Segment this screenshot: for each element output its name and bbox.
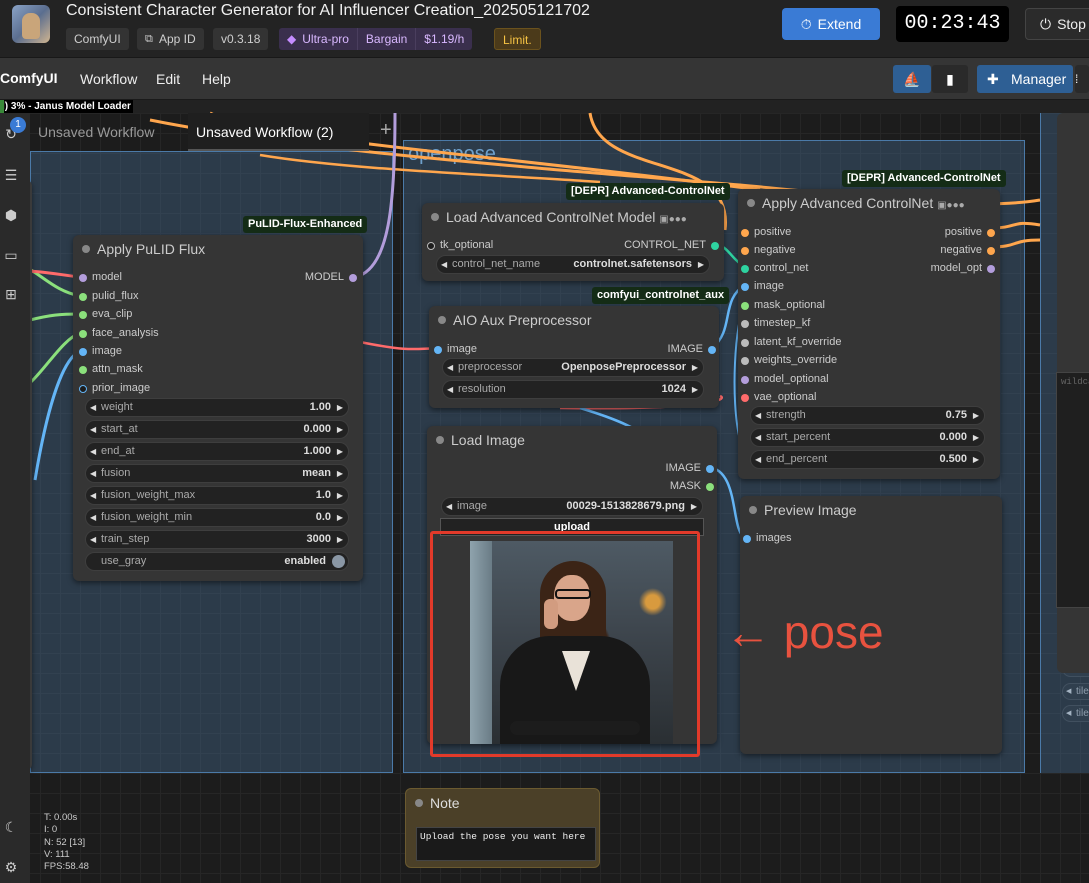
stat-i: I: 0 [44, 824, 58, 836]
wire [359, 340, 439, 351]
node-title: Preview Image [740, 496, 1002, 524]
input-image[interactable]: image [434, 343, 477, 355]
fusion-weight-max-widget[interactable]: fusion_weight_max1.0 [85, 486, 349, 505]
stat-fps: FPS:58.48 [44, 861, 89, 873]
node-title: Note [406, 789, 599, 817]
moon-icon[interactable]: ☾ [2, 818, 20, 836]
progress-bar [0, 100, 4, 113]
use-gray-toggle[interactable]: use_gray enabled [85, 552, 349, 571]
node-badge: [DEPR] Advanced-ControlNet [566, 183, 730, 200]
output-negative[interactable]: negative [940, 244, 995, 256]
input-control-net[interactable]: control_net [741, 262, 808, 274]
node-icons: ▣●●● [937, 200, 965, 211]
apply-pulid-flux-node[interactable]: Apply PuLID Flux model pulid_flux eva_cl… [73, 235, 363, 581]
output-image[interactable]: IMAGE [668, 343, 716, 355]
input-face-analysis[interactable]: face_analysis [79, 327, 159, 339]
node-title: Apply Advanced ControlNet ▣●●● [738, 189, 1000, 217]
input-timestep-kf[interactable]: timestep_kf [741, 317, 810, 329]
note-node[interactable]: Note Upload the pose you want here [405, 788, 600, 868]
pose-annotation: ← pose [725, 606, 884, 658]
pose-highlight-box [430, 531, 700, 757]
node-icons: ▣●●● [659, 214, 687, 225]
input-positive[interactable]: positive [741, 226, 791, 238]
wildcard-textarea[interactable]: wildca [1056, 372, 1089, 608]
input-pulid-flux[interactable]: pulid_flux [79, 290, 138, 302]
input-image[interactable]: image [741, 280, 784, 292]
workflow-tabs: Unsaved Workflow Unsaved Workflow (2) + [30, 113, 410, 151]
stat-time: T: 0.00s [44, 812, 78, 823]
gear-icon[interactable]: ⚙ [2, 858, 20, 876]
output-mask[interactable]: MASK [670, 480, 714, 492]
node-title: Load Image [427, 426, 717, 454]
input-model[interactable]: model [79, 271, 122, 283]
end-percent-widget[interactable]: end_percent0.500 [750, 450, 985, 469]
input-eva-clip[interactable]: eva_clip [79, 308, 132, 320]
stat-v: V: 111 [44, 848, 70, 860]
progress-status: l) 3% - Janus Model Loader [0, 100, 133, 113]
input-negative[interactable]: negative [741, 244, 796, 256]
input-latent-kf-override[interactable]: latent_kf_override [741, 336, 841, 348]
apply-advanced-controlnet-node[interactable]: Apply Advanced ControlNet ▣●●● positive … [738, 189, 1000, 479]
tab-unsaved-workflow-2[interactable]: Unsaved Workflow (2) [188, 113, 369, 151]
fusion-weight-min-widget[interactable]: fusion_weight_min0.0 [85, 508, 349, 527]
output-model-opt[interactable]: model_opt [931, 262, 995, 274]
toggle-knob [332, 555, 345, 568]
node-title: AIO Aux Preprocessor [429, 306, 719, 334]
node-badge: comfyui_controlnet_aux [592, 287, 730, 304]
control-net-name-widget[interactable]: control_net_namecontrolnet.safetensors [436, 255, 710, 274]
folder-icon[interactable]: ▭ [2, 246, 20, 264]
node-title: Apply PuLID Flux [73, 235, 363, 263]
cube-icon[interactable]: ⬢ [2, 206, 20, 224]
node-title: Load Advanced ControlNet Model ▣●●● [422, 203, 724, 231]
output-control-net[interactable]: CONTROL_NET [624, 239, 719, 251]
preprocessor-widget[interactable]: preprocessorOpenposePreprocessor [442, 358, 704, 377]
start-at-widget[interactable]: start_at0.000 [85, 420, 349, 439]
add-tab-icon[interactable]: + [380, 119, 392, 142]
input-attn-mask[interactable]: attn_mask [79, 363, 143, 375]
resolution-widget[interactable]: resolution1024 [442, 380, 704, 399]
node-badge: PuLID-Flux-Enhanced [243, 216, 368, 233]
input-tk-optional[interactable]: tk_optional [427, 239, 493, 251]
left-sidebar: ↻ 1 ☰ ⬢ ▭ ⊞ ☾ ⚙ [0, 113, 30, 883]
stat-nodes: N: 52 [13] [44, 836, 86, 848]
fusion-widget[interactable]: fusionmean [85, 464, 349, 483]
input-vae-optional[interactable]: vae_optional [741, 391, 816, 403]
end-at-widget[interactable]: end_at1.000 [85, 442, 349, 461]
render-stats: T: 0.00s I: 0 N: 52 [13] V: 111 FPS:58.4… [44, 812, 89, 873]
input-model-optional[interactable]: model_optional [741, 373, 829, 385]
output-positive[interactable]: positive [945, 226, 995, 238]
app-root: Consistent Character Generator for AI In… [0, 0, 1089, 883]
output-image[interactable]: IMAGE [666, 462, 714, 474]
input-images[interactable]: images [743, 532, 791, 544]
input-prior-image[interactable]: prior_image [79, 382, 150, 394]
train-step-widget[interactable]: train_step3000 [85, 530, 349, 549]
tab-unsaved-workflow[interactable]: Unsaved Workflow [30, 113, 188, 151]
sitemap-icon[interactable]: ⊞ [2, 285, 20, 303]
queue-badge: 1 [10, 117, 26, 133]
weight-widget[interactable]: weight1.00 [85, 398, 349, 417]
list-icon[interactable]: ☰ [2, 166, 20, 184]
input-weights-override[interactable]: weights_override [741, 354, 837, 366]
image-select-widget[interactable]: image00029-1513828679.png [441, 497, 703, 516]
output-model[interactable]: MODEL [305, 271, 357, 283]
note-textarea[interactable]: Upload the pose you want here [416, 827, 596, 861]
load-advanced-controlnet-node[interactable]: Load Advanced ControlNet Model ▣●●● tk_o… [422, 203, 724, 281]
aio-aux-preprocessor-node[interactable]: AIO Aux Preprocessor image IMAGE preproc… [429, 306, 719, 408]
start-percent-widget[interactable]: start_percent0.000 [750, 428, 985, 447]
input-image[interactable]: image [79, 345, 122, 357]
strength-widget[interactable]: strength0.75 [750, 406, 985, 425]
node-badge: [DEPR] Advanced-ControlNet [842, 170, 1006, 187]
input-mask-optional[interactable]: mask_optional [741, 299, 825, 311]
